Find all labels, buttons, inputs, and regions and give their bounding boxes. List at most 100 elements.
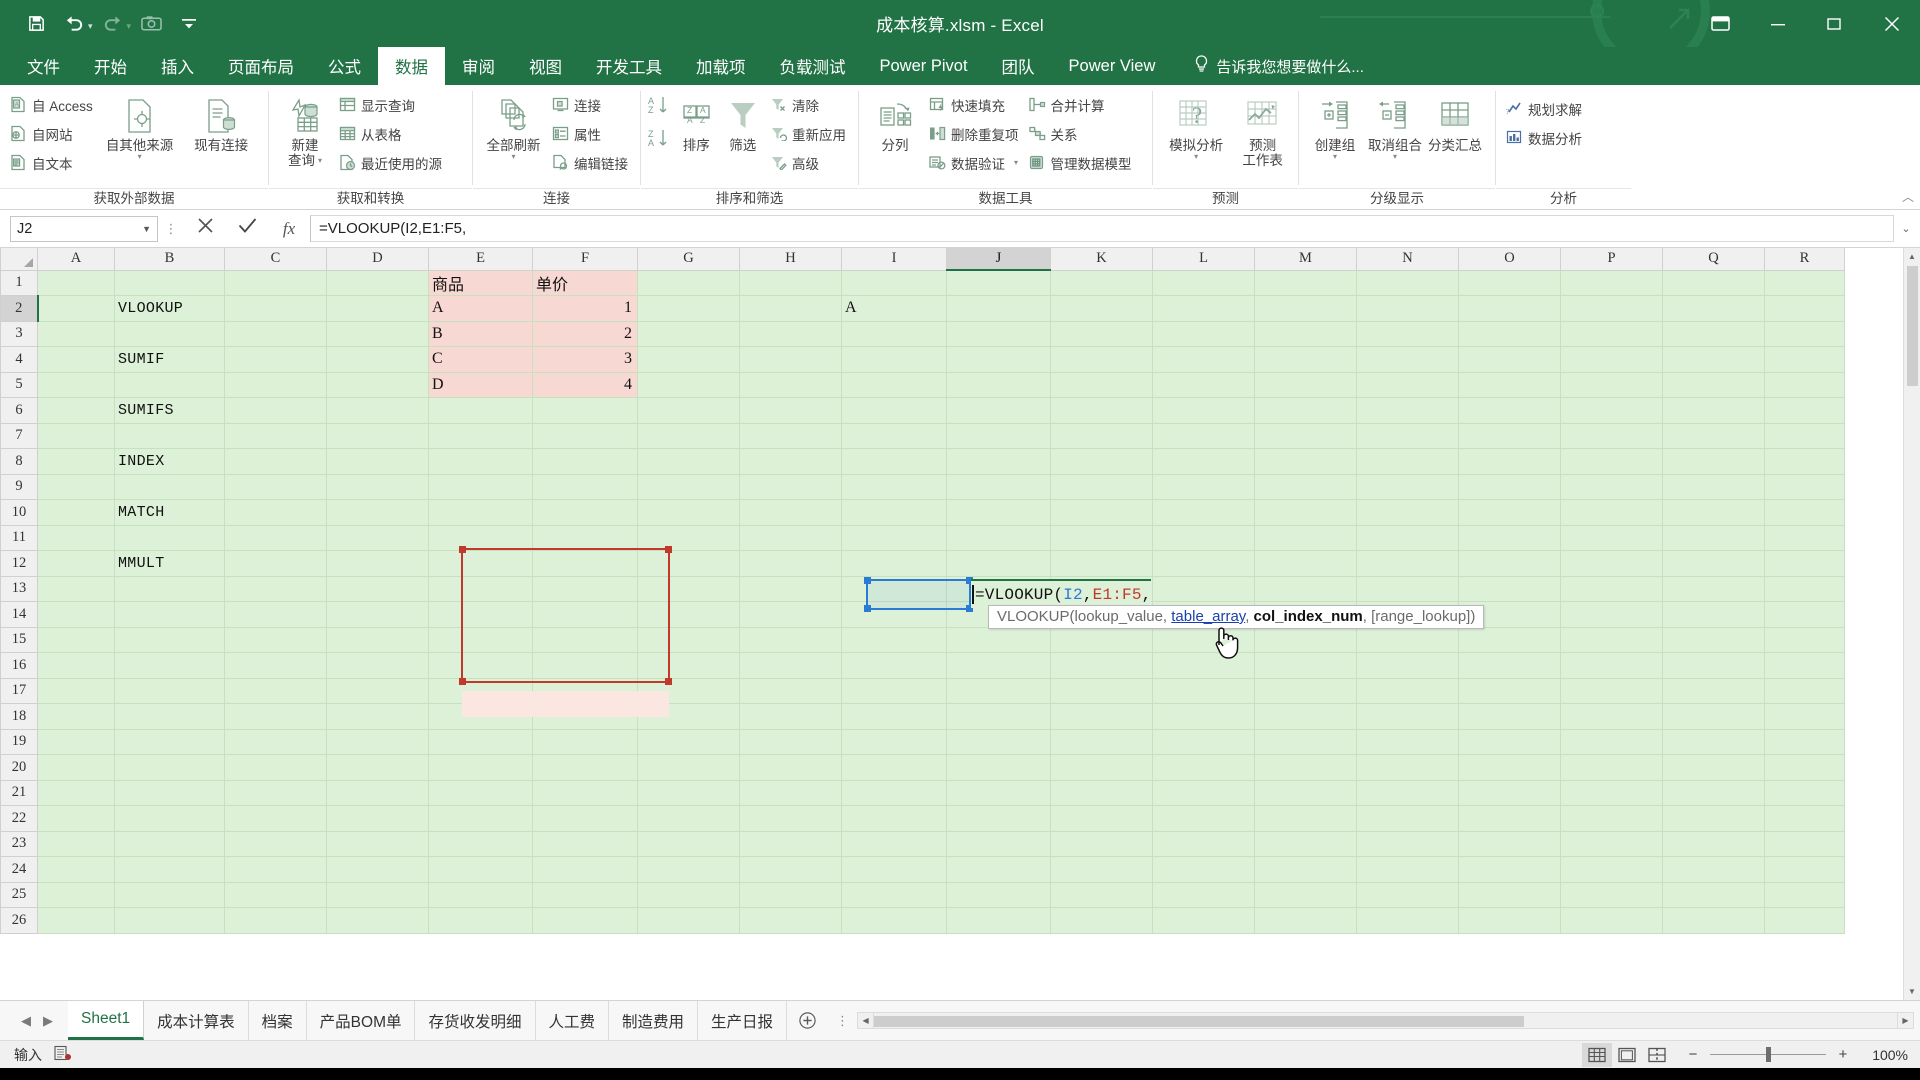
undo-dropdown-icon[interactable]: ▾	[88, 21, 93, 32]
grid-cell-C18[interactable]	[224, 703, 327, 730]
grid-cell-E17[interactable]	[428, 678, 533, 704]
grid-cell-N18[interactable]	[1356, 703, 1459, 730]
grid-cell-C3[interactable]	[224, 321, 327, 347]
grid-cell-Q10[interactable]	[1662, 499, 1765, 526]
grid-cell-A1[interactable]	[37, 270, 115, 296]
grid-cell-C25[interactable]	[224, 882, 327, 908]
grid-cell-N1[interactable]	[1356, 270, 1459, 296]
scroll-down-icon[interactable]: ▼	[1903, 983, 1920, 1000]
grid-cell-B19[interactable]	[114, 729, 225, 755]
column-header-L[interactable]: L	[1152, 248, 1255, 271]
ribbon-tab-view[interactable]: 视图	[512, 47, 579, 85]
grid-cell-B21[interactable]	[114, 780, 225, 806]
grid-cell-P15[interactable]	[1560, 627, 1663, 653]
grid-cell-D10[interactable]	[326, 499, 429, 526]
grid-cell-A8[interactable]	[37, 448, 115, 475]
row-header-13[interactable]: 13	[0, 575, 38, 602]
grid-cell-A20[interactable]	[37, 754, 115, 781]
grid-cell-P3[interactable]	[1560, 321, 1663, 347]
grid-cell-A12[interactable]	[37, 550, 115, 577]
grid-cell-R10[interactable]	[1764, 499, 1845, 526]
grid-cell-Q13[interactable]	[1662, 576, 1765, 602]
sheet-tab-2[interactable]: 档案	[249, 1001, 307, 1040]
grid-cell-J1[interactable]	[946, 270, 1051, 296]
grid-cell-O5[interactable]	[1458, 372, 1561, 398]
from-access-button[interactable]: A 自 Access	[7, 91, 98, 118]
grid-cell-E12[interactable]	[428, 550, 533, 577]
grid-cell-I21[interactable]	[841, 780, 947, 806]
grid-cell-R23[interactable]	[1764, 831, 1845, 857]
grid-cell-H16[interactable]	[739, 652, 842, 679]
grid-cell-D6[interactable]	[326, 397, 429, 424]
grid-cell-E24[interactable]	[428, 856, 533, 883]
grid-cell-Q21[interactable]	[1662, 780, 1765, 806]
show-queries-button[interactable]: 显示查询	[336, 91, 447, 118]
grid-cell-O3[interactable]	[1458, 321, 1561, 347]
grid-cell-J19[interactable]	[946, 729, 1051, 755]
grid-cell-D11[interactable]	[326, 525, 429, 551]
grid-cell-A16[interactable]	[37, 652, 115, 679]
grid-cell-Q2[interactable]	[1662, 295, 1765, 322]
grid-cell-D22[interactable]	[326, 805, 429, 832]
column-header-I[interactable]: I	[841, 248, 947, 271]
grid-cell-E16[interactable]	[428, 652, 533, 679]
grid-cell-M23[interactable]	[1254, 831, 1357, 857]
from-table-button[interactable]: 从表格	[336, 120, 447, 147]
chevron-down-icon[interactable]: ▾	[1333, 153, 1337, 161]
grid-cell-Q25[interactable]	[1662, 882, 1765, 908]
grid-cell-K20[interactable]	[1050, 754, 1153, 781]
grid-cell-F7[interactable]	[532, 423, 638, 449]
grid-cell-C24[interactable]	[224, 856, 327, 883]
scroll-up-icon[interactable]: ▲	[1903, 248, 1920, 265]
grid-cell-I11[interactable]	[841, 525, 947, 551]
grid-cell-P18[interactable]	[1560, 703, 1663, 730]
grid-cell-F19[interactable]	[532, 729, 638, 755]
row-header-3[interactable]: 3	[0, 320, 38, 347]
grid-cell-M6[interactable]	[1254, 397, 1357, 424]
grid-cell-A17[interactable]	[37, 678, 115, 704]
grid-cell-D25[interactable]	[326, 882, 429, 908]
grid-cell-O15[interactable]	[1458, 627, 1561, 653]
grid-cell-H2[interactable]	[739, 295, 842, 322]
grid-cell-R17[interactable]	[1764, 678, 1845, 704]
grid-cell-D13[interactable]	[326, 576, 429, 602]
grid-cell-I12[interactable]	[841, 550, 947, 577]
grid-cell-G12[interactable]	[637, 550, 740, 577]
grid-cell-P2[interactable]	[1560, 295, 1663, 322]
grid-cell-A18[interactable]	[37, 703, 115, 730]
remove-duplicates-button[interactable]: 删除重复项	[926, 120, 1024, 147]
grid-cell-F21[interactable]	[532, 780, 638, 806]
grid-cell-O8[interactable]	[1458, 448, 1561, 475]
tell-me-box[interactable]: 告诉我您想要做什么...	[1194, 47, 1364, 85]
column-header-F[interactable]: F	[532, 248, 638, 271]
grid-cell-B3[interactable]	[114, 321, 225, 347]
grid-cell-A11[interactable]	[37, 525, 115, 551]
grid-cell-F17[interactable]	[532, 678, 638, 704]
grid-cell-L5[interactable]	[1152, 372, 1255, 398]
grid-cell-I13[interactable]	[841, 576, 947, 602]
grid-cell-N24[interactable]	[1356, 856, 1459, 883]
grid-cell-M26[interactable]	[1254, 907, 1357, 934]
row-header-9[interactable]: 9	[0, 473, 38, 500]
grid-cell-K16[interactable]	[1050, 652, 1153, 679]
zoom-slider[interactable]	[1710, 1047, 1826, 1062]
grid-cell-K2[interactable]	[1050, 295, 1153, 322]
grid-cell-Q19[interactable]	[1662, 729, 1765, 755]
grid-cell-B2[interactable]: VLOOKUP	[114, 295, 225, 322]
formula-input[interactable]: =VLOOKUP(I2,E1:F5,	[310, 215, 1894, 242]
grid-cell-J21[interactable]	[946, 780, 1051, 806]
grid-cell-R3[interactable]	[1764, 321, 1845, 347]
row-header-10[interactable]: 10	[0, 499, 38, 526]
grid-cell-E18[interactable]	[428, 703, 533, 730]
grid-cell-G24[interactable]	[637, 856, 740, 883]
grid-cell-L16[interactable]	[1152, 652, 1255, 679]
grid-cell-N8[interactable]	[1356, 448, 1459, 475]
grid-cell-Q11[interactable]	[1662, 525, 1765, 551]
ribbon-tab-home[interactable]: 开始	[77, 47, 144, 85]
grid-cell-R13[interactable]	[1764, 576, 1845, 602]
grid-cell-N20[interactable]	[1356, 754, 1459, 781]
grid-cell-O23[interactable]	[1458, 831, 1561, 857]
grid-cell-D23[interactable]	[326, 831, 429, 857]
grid-cell-D18[interactable]	[326, 703, 429, 730]
grid-cell-Q16[interactable]	[1662, 652, 1765, 679]
